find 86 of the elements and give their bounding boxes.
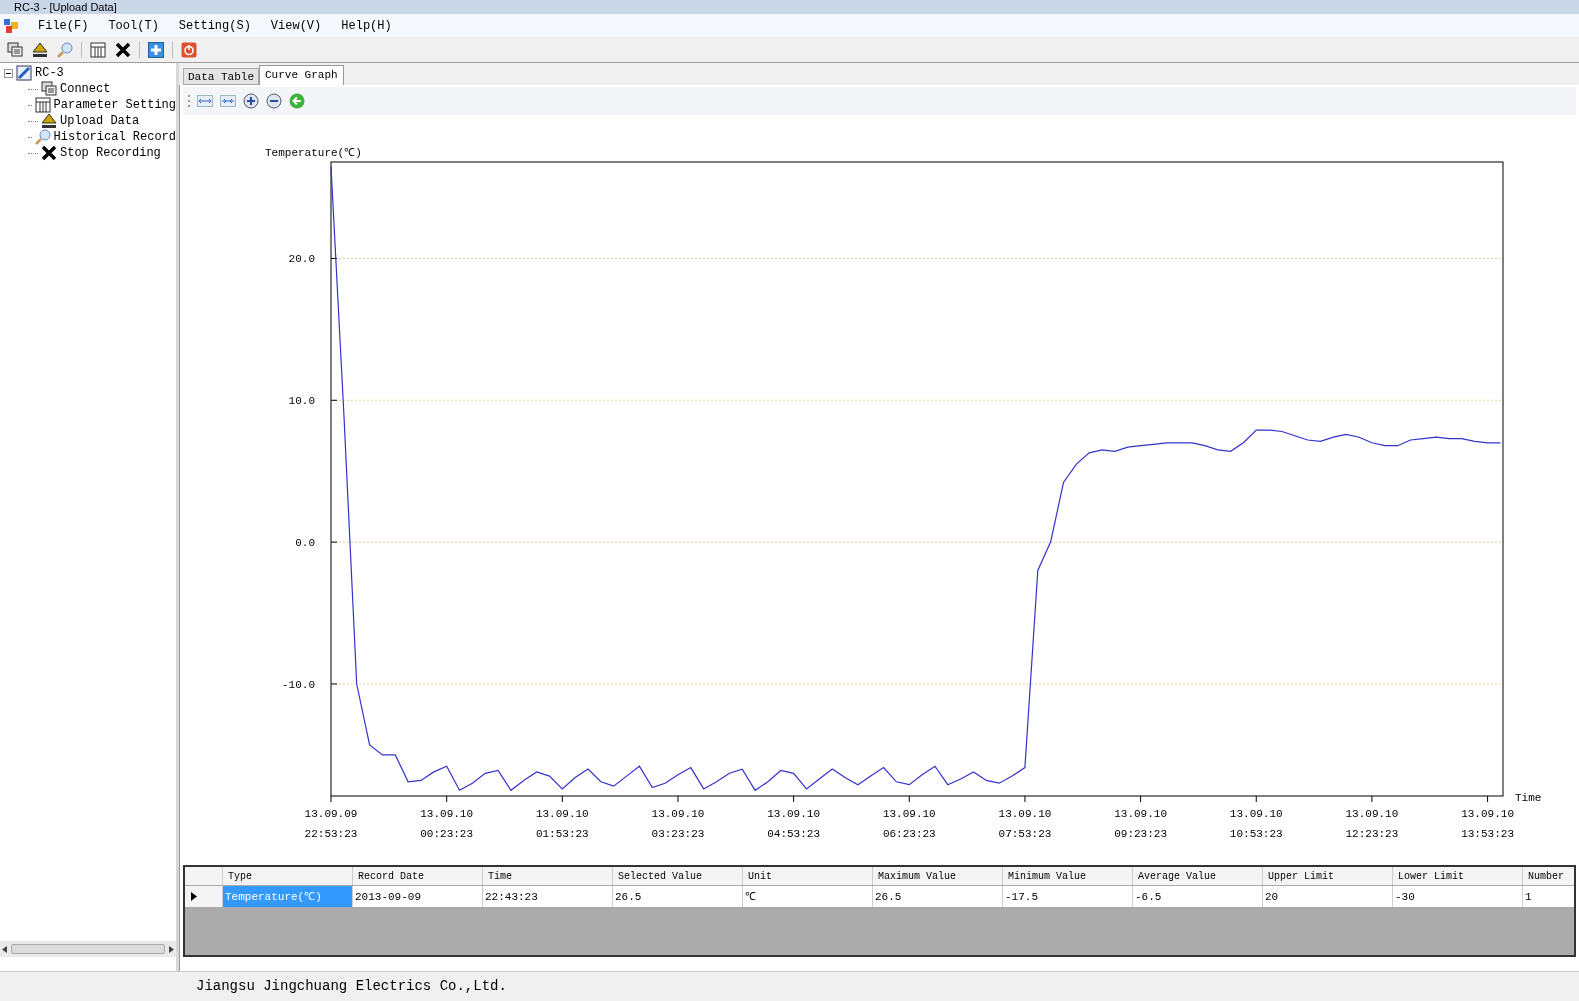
pencil-icon (16, 65, 32, 81)
table-cell: ℃ (743, 886, 873, 907)
x-tick-label: 13.09.10 12:23:23 (1345, 808, 1399, 840)
close-icon (41, 145, 57, 161)
row-header[interactable] (185, 886, 223, 907)
toolbar-button[interactable] (31, 40, 49, 59)
menu-item[interactable]: View(V) (270, 16, 322, 35)
tree-item[interactable]: Historical Record (53, 128, 176, 146)
x-tick-label: 13.09.10 04:53:23 (767, 808, 821, 840)
horizontal-scrollbar[interactable] (0, 941, 176, 957)
monitor-icon (7, 41, 23, 58)
x-tick-label: 13.09.10 01:53:23 (535, 808, 589, 840)
menu-item[interactable]: Help(H) (341, 16, 392, 35)
table-cell: -6.5 (1133, 886, 1263, 907)
eject-icon (41, 113, 57, 129)
table-cell: 2013-09-09 (353, 886, 483, 907)
x-tick-label: 13.09.10 00:23:23 (420, 808, 474, 840)
power-icon (181, 41, 197, 58)
zoom-in-icon (243, 93, 259, 109)
y-tick-label: 20.0 (288, 253, 315, 266)
table-cell: 1 (1523, 886, 1574, 907)
x-tick-label: 13.09.10 10:53:23 (1229, 808, 1283, 840)
column-header[interactable]: Unit (743, 867, 873, 885)
current-row-icon (191, 892, 197, 901)
tab[interactable]: Curve Graph (259, 65, 344, 85)
shrink-icon (220, 93, 236, 109)
grid-icon (90, 41, 106, 58)
column-header[interactable]: Upper Limit (1263, 867, 1393, 885)
tree-item[interactable]: Stop Recording (60, 144, 161, 162)
graph-tool-button[interactable] (197, 93, 213, 109)
y-tick-label: 0.0 (295, 537, 315, 550)
magnifier-icon (34, 129, 51, 145)
column-header[interactable]: Record Date (353, 867, 483, 885)
x-tick-label: 13.09.09 22:53:23 (304, 808, 358, 840)
graph-tool-button[interactable] (266, 93, 282, 109)
back-arrow-icon (289, 93, 305, 109)
plus-icon (148, 41, 164, 58)
expand-icon (197, 93, 213, 109)
toolbar-button[interactable] (147, 40, 165, 59)
table-cell: 22:43:23 (483, 886, 613, 907)
y-axis-title: Temperature(℃) (265, 147, 362, 159)
y-tick-label: 10.0 (288, 395, 315, 408)
eject-icon (32, 41, 48, 58)
tree-root-label[interactable]: RC-3 (35, 64, 64, 82)
table-cell: -17.5 (1003, 886, 1133, 907)
x-axis-title: Time (1515, 792, 1542, 804)
zoom-out-icon (266, 93, 282, 109)
menu-item[interactable]: Setting(S) (178, 16, 251, 35)
column-header[interactable]: Time (483, 867, 613, 885)
table-cell: Temperature(℃) (223, 886, 353, 907)
graph-tool-button[interactable] (243, 93, 259, 109)
menu-item[interactable]: Tool(T) (108, 16, 159, 35)
x-tick-label: 13.09.10 03:23:23 (651, 808, 705, 840)
table-cell: 26.5 (873, 886, 1003, 907)
column-header[interactable]: Lower Limit (1393, 867, 1523, 885)
x-tick-label: 13.09.10 06:23:23 (882, 808, 936, 840)
column-header[interactable]: Number (1523, 867, 1574, 885)
column-header[interactable]: Average Value (1133, 867, 1263, 885)
magnifier-icon (57, 41, 73, 58)
x-tick-label: 13.09.10 13:53:23 (1461, 808, 1514, 840)
table-cell: -30 (1393, 886, 1523, 907)
scroll-right-icon[interactable] (169, 945, 174, 953)
tab[interactable]: Data Table (183, 68, 259, 85)
window-title: RC-3 - [Upload Data] (14, 0, 117, 14)
column-header[interactable]: Selected Value (613, 867, 743, 885)
tree-item[interactable]: Parameter Setting (53, 96, 176, 114)
graph-tool-button[interactable] (220, 93, 236, 109)
column-header[interactable]: Maximum Value (873, 867, 1003, 885)
tree-item[interactable]: Upload Data (60, 112, 140, 130)
table-cell: 26.5 (613, 886, 743, 907)
column-header[interactable]: Minimum Value (1003, 867, 1133, 885)
table-cell: 20 (1263, 886, 1393, 907)
toolbar-button[interactable] (114, 40, 132, 59)
close-icon (115, 41, 131, 58)
app-icon (4, 18, 18, 33)
menu-item[interactable]: File(F) (38, 16, 89, 35)
y-tick-label: -10.0 (282, 678, 315, 691)
x-tick-label: 13.09.10 09:23:23 (1114, 808, 1167, 840)
tree-item[interactable]: Connect (60, 80, 111, 98)
x-tick-label: 13.09.10 07:53:23 (998, 808, 1052, 840)
monitor-icon (41, 81, 57, 97)
status-text: Jiangsu Jingchuang Electrics Co.,Ltd. (196, 977, 507, 996)
grid-icon (34, 97, 51, 113)
column-header[interactable]: Type (223, 867, 353, 885)
collapse-toggle[interactable] (4, 68, 13, 78)
scroll-left-icon[interactable] (2, 945, 7, 953)
